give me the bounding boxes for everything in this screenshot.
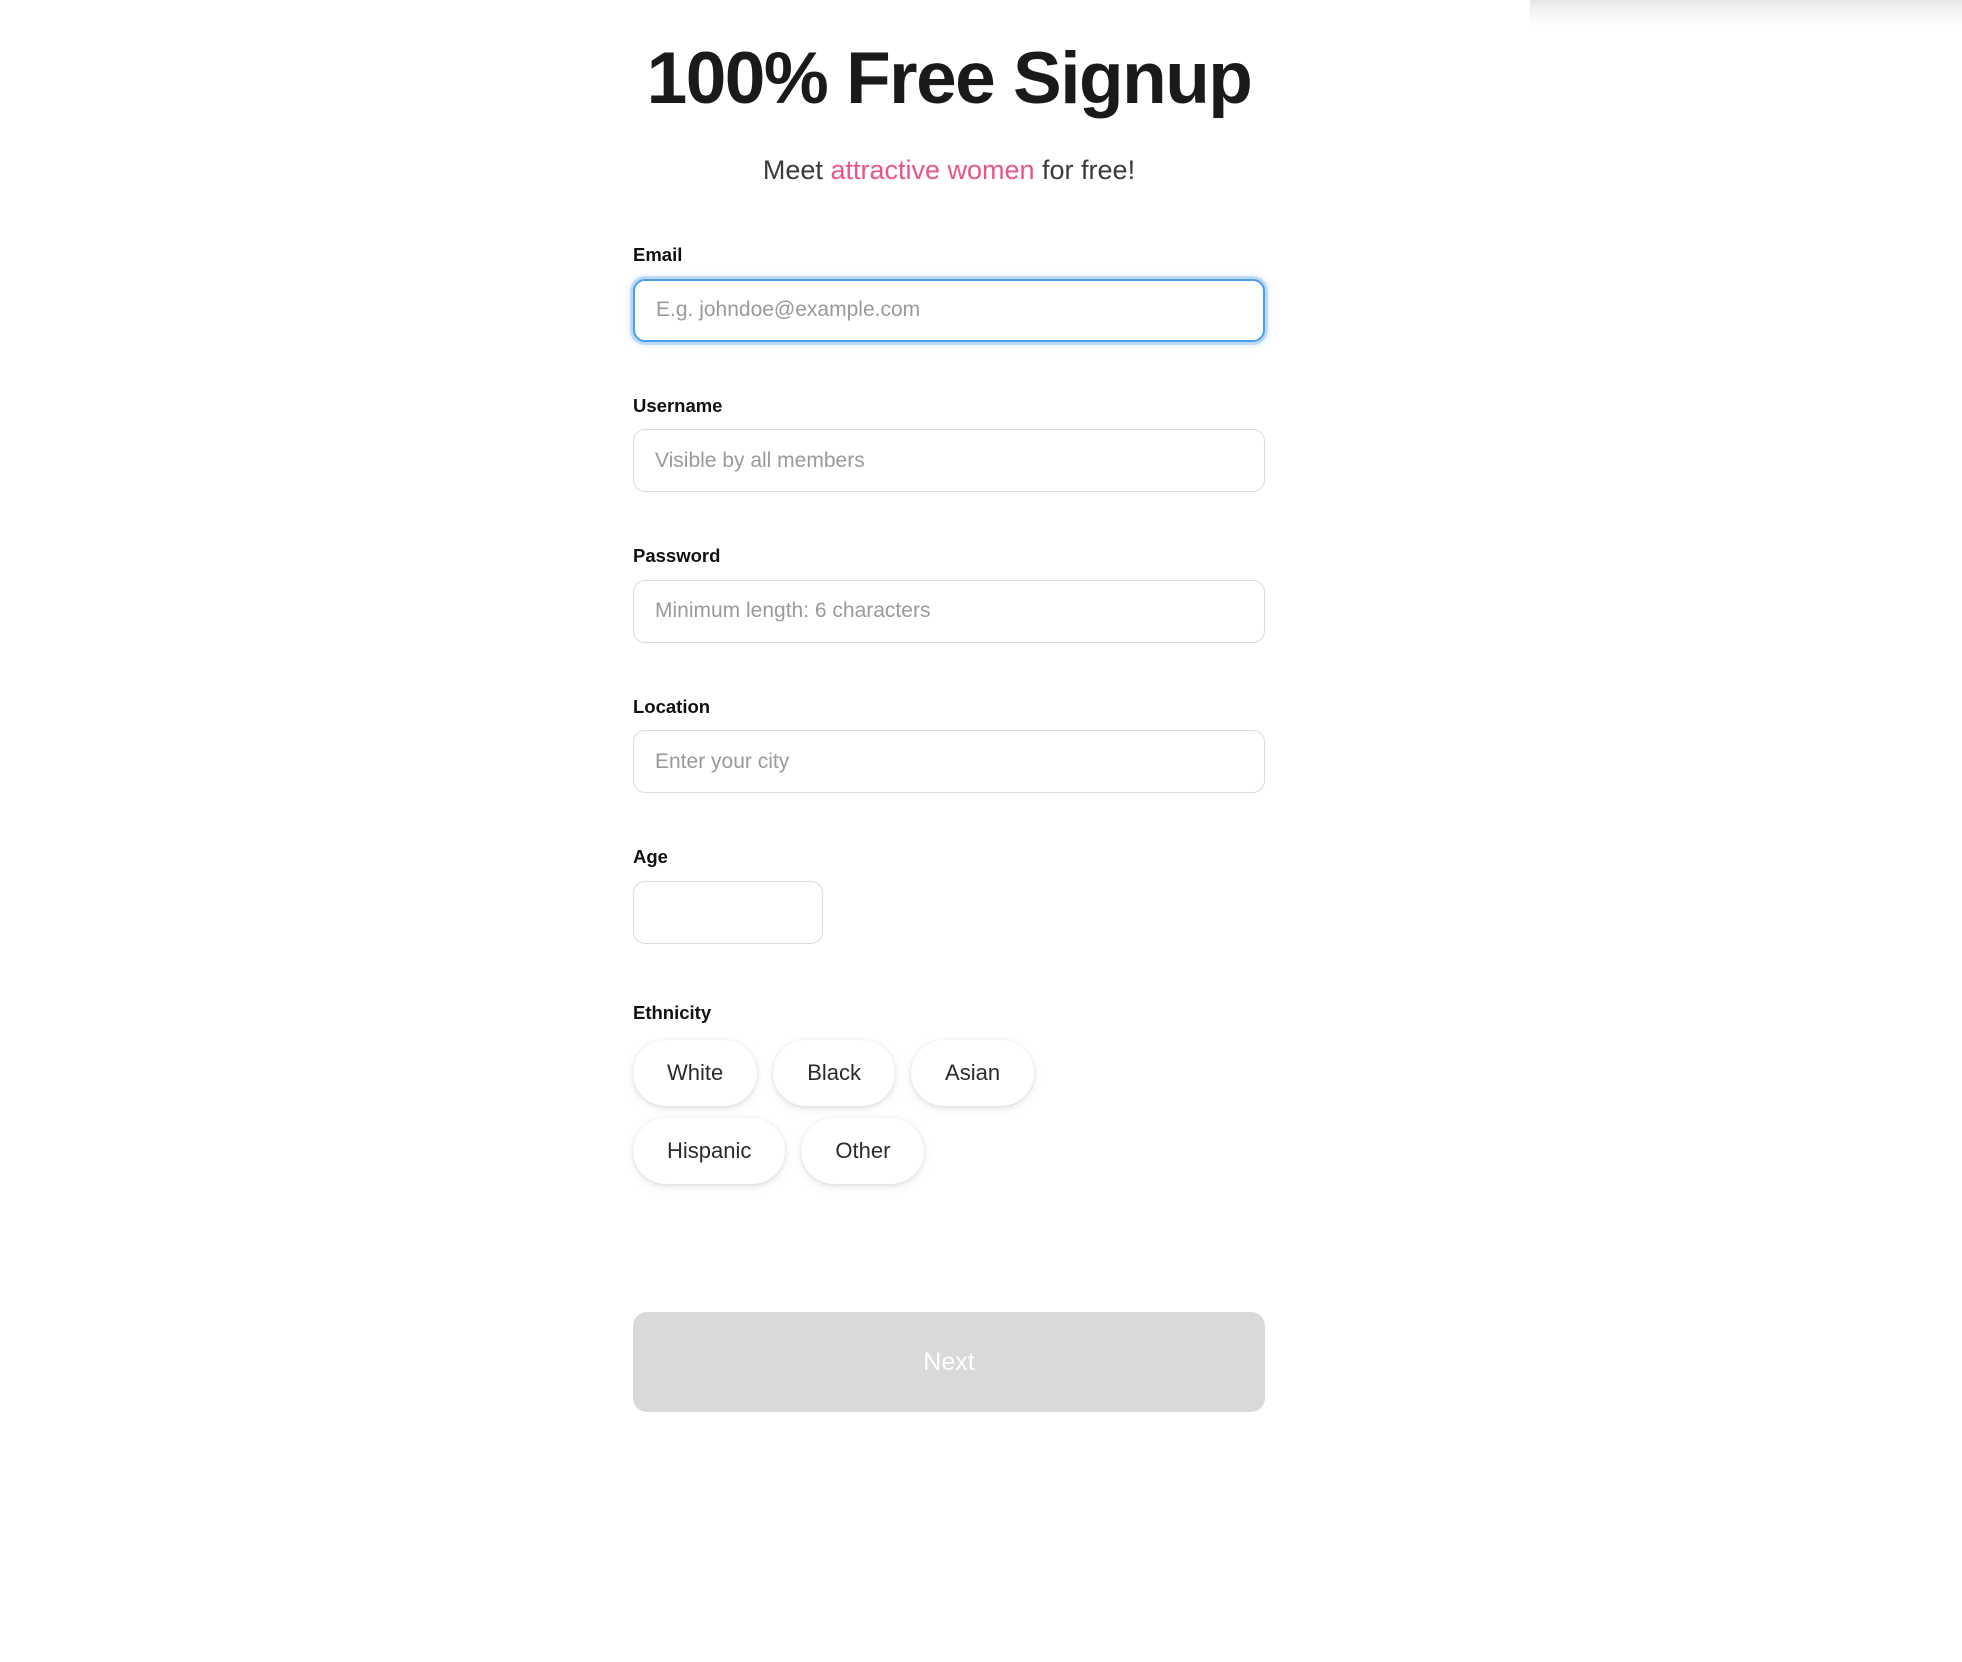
subtitle-accent: attractive women: [830, 155, 1035, 185]
subtitle-prefix: Meet: [762, 155, 831, 185]
next-button[interactable]: Next: [633, 1312, 1265, 1412]
age-label: Age: [633, 846, 668, 867]
location-label: Location: [633, 695, 711, 717]
signup-page: 100% Free Signup Meet attractive women f…: [0, 0, 1962, 1662]
email-field-group: Email: [633, 244, 1265, 342]
password-label: Password: [633, 545, 721, 566]
page-subtitle: Meet attractive women for free!: [633, 155, 1265, 186]
age-input[interactable]: [633, 880, 823, 944]
username-label: Username: [633, 394, 723, 416]
ethnicity-option-asian[interactable]: Asian: [911, 1040, 1035, 1106]
subtitle-suffix: for free!: [1034, 155, 1136, 185]
location-input[interactable]: [633, 730, 1265, 793]
username-field-group: Username: [633, 394, 1265, 492]
age-field-group: Age: [633, 846, 1265, 944]
ethnicity-row-1: White Black Asian: [633, 1040, 1265, 1106]
ethnicity-options: White Black Asian Hispanic Other: [633, 1040, 1265, 1184]
page-title: 100% Free Signup: [646, 38, 1253, 119]
ethnicity-field-group: Ethnicity White Black Asian Hispanic Oth…: [633, 1001, 1265, 1184]
ethnicity-label: Ethnicity: [633, 1001, 712, 1023]
ethnicity-option-hispanic[interactable]: Hispanic: [633, 1118, 786, 1184]
ethnicity-option-other[interactable]: Other: [801, 1118, 925, 1184]
ethnicity-option-white[interactable]: White: [633, 1040, 758, 1106]
email-label: Email: [633, 244, 683, 265]
top-edge-shadow: [1530, 0, 1962, 26]
location-field-group: Location: [633, 695, 1265, 793]
email-input[interactable]: [633, 278, 1265, 342]
password-field-group: Password: [633, 545, 1265, 643]
ethnicity-row-2: Hispanic Other: [633, 1118, 1265, 1184]
signup-form-container: 100% Free Signup Meet attractive women f…: [633, 0, 1265, 1412]
password-input[interactable]: [633, 579, 1265, 643]
ethnicity-option-black[interactable]: Black: [773, 1040, 896, 1106]
username-input[interactable]: [633, 429, 1265, 492]
